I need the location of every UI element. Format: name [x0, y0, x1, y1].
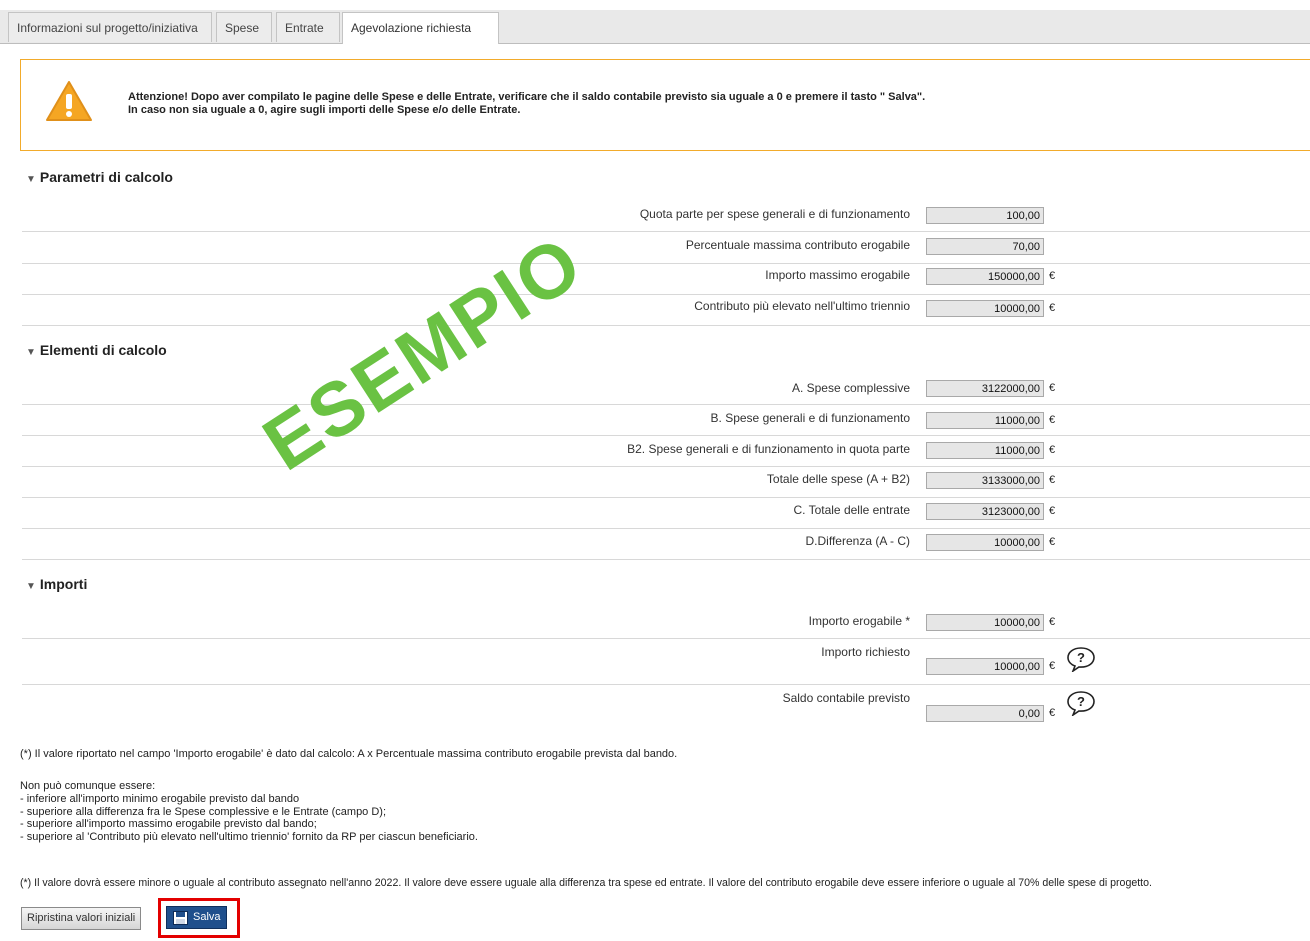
tab-agevolazione-richiesta[interactable]: Agevolazione richiesta: [342, 12, 499, 44]
currency-label: €: [1049, 505, 1056, 517]
differenza-field: 10000,00: [926, 534, 1044, 551]
form-row: C. Totale delle entrate 3123000,00 €: [22, 497, 1310, 529]
form-row: A. Spese complessive 3122000,00 €: [22, 373, 1310, 405]
note-line: Non può comunque essere:: [20, 780, 156, 792]
tab-entrate[interactable]: Entrate: [276, 12, 340, 42]
note-constraints: Non può comunque essere: - inferiore all…: [20, 780, 478, 844]
note-importo-erogabile: (*) Il valore riportato nel campo 'Impor…: [20, 748, 678, 760]
currency-label: €: [1049, 474, 1056, 486]
form-row: Importo erogabile * 10000,00 €: [22, 606, 1310, 639]
field-label: Importo erogabile *: [808, 614, 910, 628]
currency-label: €: [1049, 302, 1056, 314]
percentuale-massima-field: 70,00: [926, 238, 1044, 255]
warning-box: Attenzione! Dopo aver compilato le pagin…: [20, 59, 1310, 151]
note-line: - superiore al 'Contributo più elevato n…: [20, 831, 478, 844]
collapse-triangle-icon: ▼: [26, 174, 36, 185]
importo-richiesto-input[interactable]: 10000,00: [926, 658, 1044, 675]
field-label: Importo richiesto: [821, 645, 910, 659]
quota-parte-field: 100,00: [926, 207, 1044, 224]
form-row: B2. Spese generali e di funzionamento in…: [22, 435, 1310, 467]
help-icon[interactable]: ?: [1066, 690, 1096, 721]
warning-line-1: Attenzione! Dopo aver compilato le pagin…: [128, 91, 926, 103]
section-parametri-di-calcolo[interactable]: ▼ Parametri di calcolo: [26, 169, 173, 185]
form-row: Importo massimo erogabile 150000,00 €: [22, 263, 1310, 295]
svg-text:?: ?: [1077, 694, 1085, 709]
currency-label: €: [1049, 270, 1056, 282]
currency-label: €: [1049, 536, 1056, 548]
note-line: - superiore alla differenza fra le Spese…: [20, 805, 387, 818]
currency-label: €: [1049, 382, 1056, 394]
tab-informazioni-progetto[interactable]: Informazioni sul progetto/iniziativa: [8, 12, 212, 42]
field-label: B2. Spese generali e di funzionamento in…: [627, 442, 910, 456]
currency-label: €: [1049, 414, 1056, 426]
importo-erogabile-field: 10000,00: [926, 614, 1044, 631]
field-label: Saldo contabile previsto: [782, 691, 910, 705]
section-title: Parametri di calcolo: [39, 169, 173, 185]
field-label: C. Totale delle entrate: [793, 503, 910, 517]
save-button[interactable]: Salva: [166, 906, 227, 929]
field-label: Totale delle spese (A + B2): [766, 472, 910, 486]
currency-label: €: [1049, 444, 1056, 456]
form-row: Saldo contabile previsto 0,00 € ?: [22, 684, 1310, 724]
field-label: Percentuale massima contributo erogabile: [685, 238, 910, 252]
warning-message: Attenzione! Dopo aver compilato le pagin…: [128, 91, 925, 117]
form-row: Contributo più elevato nell'ultimo trien…: [22, 294, 1310, 326]
form-row: Importo richiesto 10000,00 € ?: [22, 638, 1310, 685]
currency-label: €: [1049, 707, 1056, 719]
svg-text:?: ?: [1077, 650, 1085, 665]
form-row: Quota parte per spese generali e di funz…: [22, 200, 1310, 232]
field-label: D.Differenza (A - C): [805, 534, 910, 548]
spese-generali-field: 11000,00: [926, 412, 1044, 429]
totale-spese-field: 3133000,00: [926, 472, 1044, 489]
field-label: A. Spese complessive: [791, 381, 910, 395]
contributo-triennio-field: 10000,00: [926, 300, 1044, 317]
note-contributo: (*) Il valore dovrà essere minore o ugua…: [20, 877, 1152, 889]
section-importi[interactable]: ▼ Importi: [26, 576, 87, 592]
field-label: Quota parte per spese generali e di funz…: [639, 207, 910, 221]
totale-entrate-field: 3123000,00: [926, 503, 1044, 520]
help-icon[interactable]: ?: [1066, 646, 1096, 677]
form-row: D.Differenza (A - C) 10000,00 €: [22, 528, 1310, 560]
spese-generali-quota-parte-field: 11000,00: [926, 442, 1044, 459]
save-button-label: Salva: [193, 911, 221, 923]
warning-icon: [45, 80, 93, 127]
collapse-triangle-icon: ▼: [26, 347, 36, 358]
floppy-disk-icon: [173, 911, 188, 925]
tab-spese[interactable]: Spese: [216, 12, 272, 42]
section-title: Importi: [39, 576, 88, 592]
field-label: B. Spese generali e di funzionamento: [710, 411, 910, 425]
note-line: - superiore all'importo massimo erogabil…: [20, 818, 317, 831]
form-row: B. Spese generali e di funzionamento 110…: [22, 404, 1310, 436]
section-title: Elementi di calcolo: [39, 342, 167, 358]
field-label: Importo massimo erogabile: [765, 268, 910, 282]
spese-complessive-field: 3122000,00: [926, 380, 1044, 397]
reset-values-button[interactable]: Ripristina valori iniziali: [21, 907, 142, 930]
saldo-contabile-field: 0,00: [926, 705, 1044, 722]
section-elementi-di-calcolo[interactable]: ▼ Elementi di calcolo: [26, 342, 167, 358]
warning-line-2: In caso non sia uguale a 0, agire sugli …: [128, 104, 521, 116]
currency-label: €: [1049, 660, 1056, 672]
form-row: Percentuale massima contributo erogabile…: [22, 231, 1310, 264]
tab-bar: Informazioni sul progetto/iniziativa Spe…: [0, 10, 1310, 44]
importo-massimo-field: 150000,00: [926, 268, 1044, 285]
note-line: - inferiore all'importo minimo erogabile…: [20, 792, 300, 805]
field-label: Contributo più elevato nell'ultimo trien…: [694, 299, 910, 313]
form-row: Totale delle spese (A + B2) 3133000,00 €: [22, 466, 1310, 498]
collapse-triangle-icon: ▼: [26, 581, 36, 592]
currency-label: €: [1049, 616, 1056, 628]
